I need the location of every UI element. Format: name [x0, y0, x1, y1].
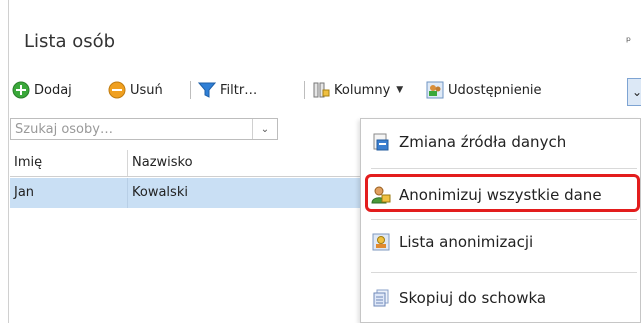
columns-button[interactable]: Kolumny ▼ [312, 78, 403, 102]
cell-last-name: Kowalski [132, 185, 188, 200]
menu-item-label: Lista anonimizacji [399, 233, 534, 251]
column-header-last-name[interactable]: Nazwisko [128, 150, 370, 176]
menu-item-change-data-source[interactable]: Zmiana źródła danych [371, 125, 641, 159]
search-combobox[interactable]: ⌄ [10, 118, 278, 140]
search-dropdown-button[interactable]: ⌄ [252, 119, 277, 139]
remove-button[interactable]: Usuń [108, 78, 163, 102]
share-button-label: Udostępnienie [448, 82, 542, 98]
menu-item-label: Skopiuj do schowka [399, 289, 547, 307]
menu-item-copy-to-clipboard[interactable]: Skopiuj do schowka [371, 281, 641, 315]
filter-funnel-icon [198, 82, 216, 98]
add-button[interactable]: Dodaj [12, 78, 72, 102]
table-row[interactable]: Jan Kowalski [10, 178, 370, 208]
menu-item-label: Zmiana źródła danych [399, 133, 567, 151]
filter-button[interactable]: Filtr… [198, 78, 257, 102]
filter-button-label: Filtr… [220, 82, 258, 98]
grid-header: Imię Nazwisko [10, 150, 370, 177]
share-button[interactable]: Udostępnienie [426, 78, 542, 102]
cell-first-name: Jan [10, 178, 128, 208]
chevron-down-icon: ⌄ [631, 85, 641, 99]
add-button-label: Dodaj [34, 82, 72, 98]
highlight-annotation [365, 174, 640, 212]
toolbar-overflow-button[interactable]: ⌄ [627, 78, 641, 106]
columns-icon [313, 82, 330, 98]
column-header-first-name[interactable]: Imię [10, 150, 128, 176]
list-user-icon [372, 233, 390, 251]
toolbar: Dodaj Usuń Filtr… Kolumny ▼ Udostępnieni [12, 78, 641, 102]
context-menu: Zmiana źródła danych Anonimizuj wszystki… [360, 118, 641, 323]
chevron-down-icon: ⌄ [260, 123, 270, 135]
plus-circle-icon [12, 81, 30, 99]
menu-item-anonymization-list[interactable]: Lista anonimizacji [371, 225, 641, 259]
remove-button-label: Usuń [130, 82, 163, 98]
minus-circle-icon [108, 81, 126, 99]
share-users-icon [426, 81, 444, 99]
pin-icon[interactable]: ᵖ [626, 34, 631, 48]
columns-button-label: Kolumny [334, 82, 391, 98]
menu-separator [371, 168, 637, 169]
panel-title: Lista osób [24, 31, 116, 52]
menu-separator [371, 219, 637, 220]
database-document-icon [373, 133, 389, 151]
toolbar-separator [190, 81, 191, 99]
toolbar-separator [304, 81, 305, 99]
chevron-down-icon: ▼ [396, 85, 404, 95]
menu-separator [371, 272, 637, 273]
copy-icon [373, 289, 389, 307]
panel-left-border [8, 0, 9, 323]
search-input[interactable] [11, 119, 259, 139]
